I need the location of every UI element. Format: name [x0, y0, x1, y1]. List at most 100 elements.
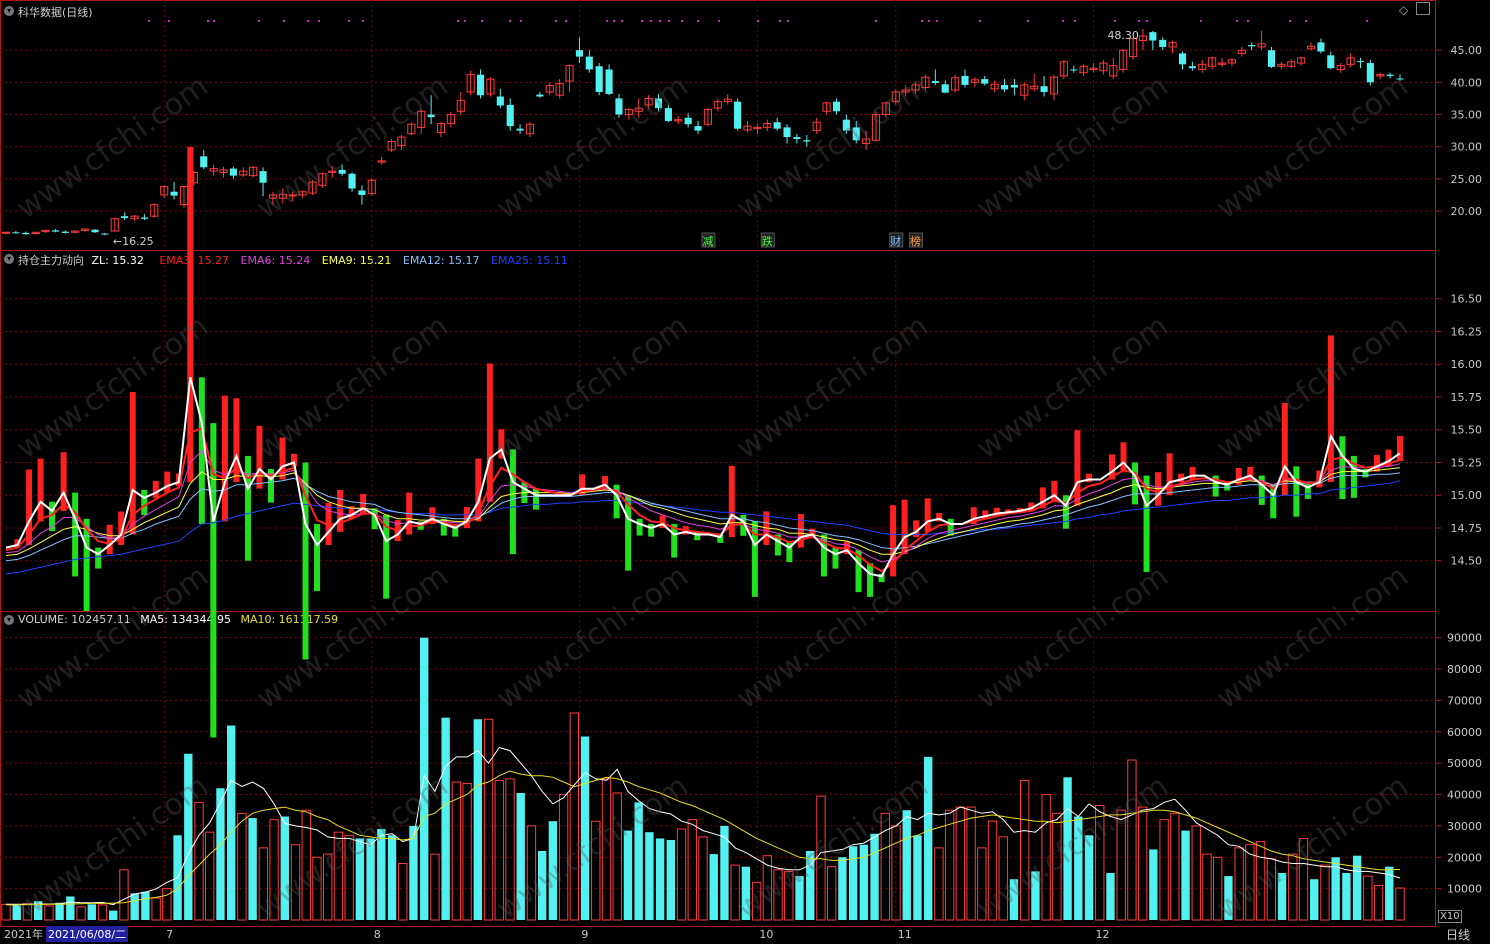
volume-bar-down [1084, 835, 1094, 920]
zl-fall-bar [648, 524, 655, 537]
candle-body-down [229, 168, 237, 176]
volume-bar-up [151, 897, 161, 921]
volume-bar-up [462, 783, 472, 921]
volume-bar-down [645, 832, 654, 920]
volume-bar-up [526, 825, 537, 921]
candle-body-down [516, 128, 524, 131]
volume-bar-down [1224, 876, 1233, 920]
volume-bar-up [784, 870, 794, 921]
price-axis-tick-label: 40.00 [1451, 76, 1483, 89]
zl-fall-bar [1258, 475, 1265, 505]
volume-bar-up [944, 809, 955, 921]
x-axis-label: 11 [898, 928, 912, 941]
zl-rise-bar [337, 489, 344, 532]
volume-bar-down [1009, 879, 1019, 920]
candle-body-down [259, 171, 267, 183]
candle-body-down [12, 232, 20, 234]
signal-dot [979, 20, 981, 22]
volume-bar-up [751, 881, 762, 921]
candle-body-down [1386, 74, 1394, 76]
volume-bar-up [826, 866, 837, 921]
volume-bar-up [1052, 812, 1062, 921]
zl-rise-bar [37, 458, 44, 522]
volume-bar-down [1277, 872, 1287, 920]
volume-axis-tick-label: 90000 [1447, 632, 1482, 645]
signal-dot [307, 20, 309, 22]
candle-body-down [1327, 55, 1335, 69]
volume-bar-down [184, 753, 193, 920]
volume-axis-tick-label: 20000 [1447, 851, 1482, 864]
volume-bar-up [194, 801, 204, 921]
candle-body-down [1149, 32, 1157, 41]
signal-dot [1305, 20, 1307, 22]
candle-body-down [1010, 84, 1018, 88]
candle-body-down [506, 104, 514, 127]
volume-bar-up [333, 831, 344, 921]
volume-bar-down [377, 829, 386, 920]
candle-body-down [931, 81, 939, 83]
candle-body-down [783, 127, 791, 138]
volume-bar-down [12, 904, 21, 920]
high-price-label: 48.30 [1107, 29, 1139, 42]
candle-body-down [338, 169, 346, 174]
signal-dot [565, 20, 567, 22]
signal-dot [318, 20, 320, 22]
candle-body-up [1, 231, 11, 234]
zl-rise-bar [221, 395, 228, 522]
event-marker-label: 减 [702, 235, 713, 248]
zl-fall-bar [244, 455, 251, 561]
signal-dot [168, 20, 170, 22]
price-axis-tick-label: 45.00 [1451, 44, 1483, 57]
volume-bar-up [44, 905, 54, 921]
zl-rise-bar [152, 481, 159, 498]
candle-body-down [496, 96, 504, 106]
volume-bar-up [1170, 812, 1180, 921]
chart-canvas[interactable]: 45.00 40.00 35.00 30.00 25.00 20.00 16.50 16.25… [0, 0, 1490, 944]
zl-fall-bar [95, 547, 102, 569]
candle-body-down [358, 190, 366, 195]
candle-body-down [842, 119, 850, 131]
candle-body-down [140, 217, 148, 219]
candle-body-down [664, 108, 672, 121]
zl-fall-bar [1293, 466, 1300, 517]
volume-bar-up [1159, 819, 1169, 921]
volume-bar-down [795, 876, 804, 920]
signal-dot [1247, 20, 1249, 22]
price-axis-tick-label: 20.00 [1451, 205, 1483, 218]
candle-body-down [1040, 86, 1048, 92]
signal-dot [509, 20, 511, 22]
volume-bar-up [1137, 806, 1148, 921]
volume-bar-up [205, 831, 215, 921]
signal-dot [779, 20, 781, 22]
signal-dot [1200, 20, 1202, 22]
volume-bar-down [634, 802, 643, 920]
x-axis-label: 12 [1096, 928, 1110, 941]
volume-bar-down [387, 835, 397, 920]
signal-dot [207, 20, 209, 22]
volume-bar-up [1, 903, 11, 921]
x-axis-label: 10 [759, 928, 773, 941]
candle-body-down [1188, 66, 1196, 69]
candle-body-down [595, 66, 603, 92]
candle-body-down [694, 126, 702, 131]
signal-dot [621, 20, 623, 22]
volume-bar-down [580, 736, 590, 920]
volume-bar-up [1234, 847, 1244, 921]
indicator-axis-tick-label: 15.75 [1451, 391, 1483, 404]
zl-rise-bar [924, 498, 931, 532]
volume-bar-up [344, 834, 354, 921]
volume-bar-down [516, 792, 525, 920]
volume-bar-up [1127, 759, 1137, 921]
candle-body-down [615, 98, 623, 115]
price-axis-tick-label: 35.00 [1451, 109, 1483, 122]
candle-body-down [91, 229, 99, 233]
candle-body-down [61, 231, 69, 233]
volume-bar-up [76, 906, 86, 921]
volume-axis-tick-label: 70000 [1447, 694, 1482, 707]
volume-bar-up [612, 792, 622, 921]
volume-bar-up [730, 864, 740, 921]
price-axis-tick-label: 30.00 [1451, 141, 1483, 154]
candle-body-down [536, 94, 544, 97]
volume-bar-down [1031, 871, 1040, 920]
volume-bar-up [451, 781, 462, 921]
